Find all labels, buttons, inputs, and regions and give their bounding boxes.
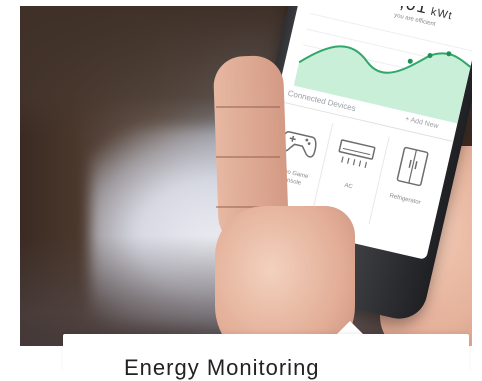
device-label: Refrigerator [388, 193, 422, 207]
air-conditioner-icon [338, 139, 376, 168]
finger-crease [216, 156, 280, 158]
finger-crease [216, 106, 280, 108]
photo: 7,01kWt you are efficient Connected Devi… [20, 6, 472, 346]
energy-unit: kWt [429, 6, 454, 23]
thumb [215, 206, 355, 346]
chart-point [407, 58, 413, 64]
fridge-icon [396, 146, 429, 187]
device-label: AC [343, 182, 354, 191]
card-notch [336, 321, 364, 335]
usage-chart [293, 13, 472, 124]
card-title: Energy Monitoring [124, 355, 320, 380]
